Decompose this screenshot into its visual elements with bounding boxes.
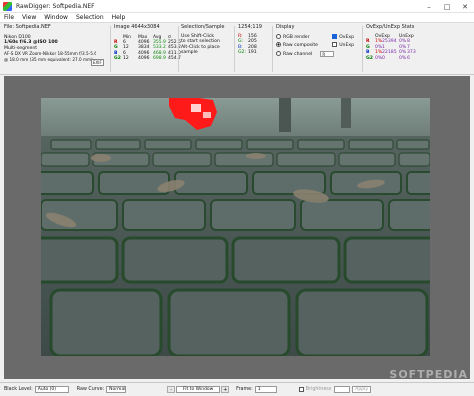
image-stats-table: Min Max Avg σ R 6 4096 355.9 252.6 G 12 … — [114, 35, 181, 62]
ovexp-row-g2-label: G2 — [366, 55, 373, 61]
close-button[interactable]: ✕ — [456, 0, 474, 13]
stats-cell: 12 — [123, 56, 129, 62]
stats-cell: 454.7 — [168, 56, 181, 62]
raw-composite-label: Raw composite — [283, 43, 318, 49]
cobblestone-photo — [41, 98, 430, 356]
radio-selected-icon — [276, 42, 281, 48]
stats-row-g2-label: G2 — [114, 56, 121, 62]
maximize-button[interactable]: □ — [438, 0, 456, 13]
separator — [362, 26, 363, 72]
rgb-render-label: RGB render — [283, 34, 310, 40]
zoom-out-button[interactable]: - — [167, 386, 176, 393]
unexp-label: UnExp — [339, 43, 354, 49]
app-icon — [3, 1, 12, 11]
info-panel: File: Softpedia.NEF Nikon D100 1/60s f/6… — [0, 23, 474, 75]
pixel-g2-label: G2: — [238, 50, 247, 56]
raw-composite-radio[interactable]: Raw composite — [276, 42, 318, 49]
image-viewport[interactable] — [4, 76, 470, 379]
status-bar: Black Level: Auto (0) Raw Curve: Normal … — [0, 382, 474, 396]
exif-button[interactable]: EXIF — [91, 59, 104, 66]
ovexp-checkbox[interactable]: OvExp — [332, 33, 354, 41]
pixel-g2-value: 191 — [248, 50, 257, 56]
brightness-label: Brightness — [305, 387, 332, 392]
menu-selection[interactable]: Selection — [76, 14, 104, 21]
ovexp-stats-table: OvExp UnExp R 1% 25394 0% 8 G 0% 1 0% 7 … — [366, 34, 472, 62]
radio-icon — [276, 50, 281, 56]
rgb-render-radio[interactable]: RGB render — [276, 33, 310, 41]
raw-image-preview[interactable] — [41, 98, 430, 356]
window-title: RawDigger: Softpedia.NEF — [16, 2, 95, 10]
zoom-select[interactable]: Fit to Window — [176, 386, 221, 393]
stats-cell: 4096 — [138, 56, 150, 62]
display-section: Display RGB render OvExp Raw composite U… — [276, 24, 360, 73]
frame-select[interactable]: 1 — [254, 386, 277, 393]
radio-icon — [276, 33, 281, 39]
unexp-cell: 0% — [399, 55, 407, 61]
menu-help[interactable]: Help — [112, 14, 126, 21]
checkbox-icon — [332, 42, 338, 48]
frame-label: Frame: — [236, 387, 253, 392]
selection-hint-4: sample — [181, 50, 198, 56]
softpedia-watermark: SOFTPEDIA — [389, 368, 468, 381]
raw-channel-radio[interactable]: Raw channel — [276, 50, 313, 58]
unexp-cell: 6 — [407, 55, 410, 61]
brightness-input[interactable] — [334, 386, 351, 393]
window-controls: – □ ✕ — [420, 0, 474, 13]
ovexp-cell: 0% — [375, 55, 383, 61]
title-bar: RawDigger: Softpedia.NEF – □ ✕ — [0, 0, 474, 13]
unexp-checkbox[interactable]: UnExp — [332, 42, 354, 49]
minimize-button[interactable]: – — [420, 0, 438, 13]
raw-curve-select[interactable]: Normal — [106, 386, 127, 393]
apply-button[interactable]: Apply — [352, 386, 372, 393]
separator — [110, 26, 111, 72]
brightness-checkbox[interactable] — [298, 387, 304, 392]
separator — [234, 26, 235, 72]
channel-select[interactable]: R — [320, 51, 335, 58]
menu-window[interactable]: Window — [44, 14, 68, 21]
selection-section: Selection/Sample Use Shift-Click to star… — [181, 24, 233, 73]
raw-curve-label: Raw Curve: — [76, 387, 105, 392]
separator — [178, 26, 179, 72]
pixel-values-section: 1254;119 R: 156 G: 205 B: 208 G2: 191 — [238, 24, 272, 73]
menu-view[interactable]: View — [22, 14, 36, 21]
image-stats-section: Image 4644x3084 Min Max Avg σ R 6 4096 3… — [114, 24, 181, 73]
ovexp-cell: 0 — [382, 55, 385, 61]
stats-cell: 698.9 — [153, 56, 166, 62]
checkbox-checked-icon — [332, 33, 338, 39]
zoom-in-button[interactable]: + — [221, 386, 230, 393]
raw-channel-label: Raw channel — [283, 51, 313, 57]
file-info-section: File: Softpedia.NEF Nikon D100 1/60s f/6… — [4, 24, 108, 73]
black-level-select[interactable]: Auto (0) — [34, 386, 69, 393]
menu-file[interactable]: File — [4, 14, 14, 21]
black-level-label: Black Level: — [4, 387, 33, 392]
separator — [272, 26, 273, 72]
menu-bar: File View Window Selection Help — [0, 13, 474, 23]
ovexp-label: OvExp — [339, 34, 354, 40]
ovexp-stats-section: OvExp/UnExp Stats OvExp UnExp R 1% 25394… — [366, 24, 472, 73]
